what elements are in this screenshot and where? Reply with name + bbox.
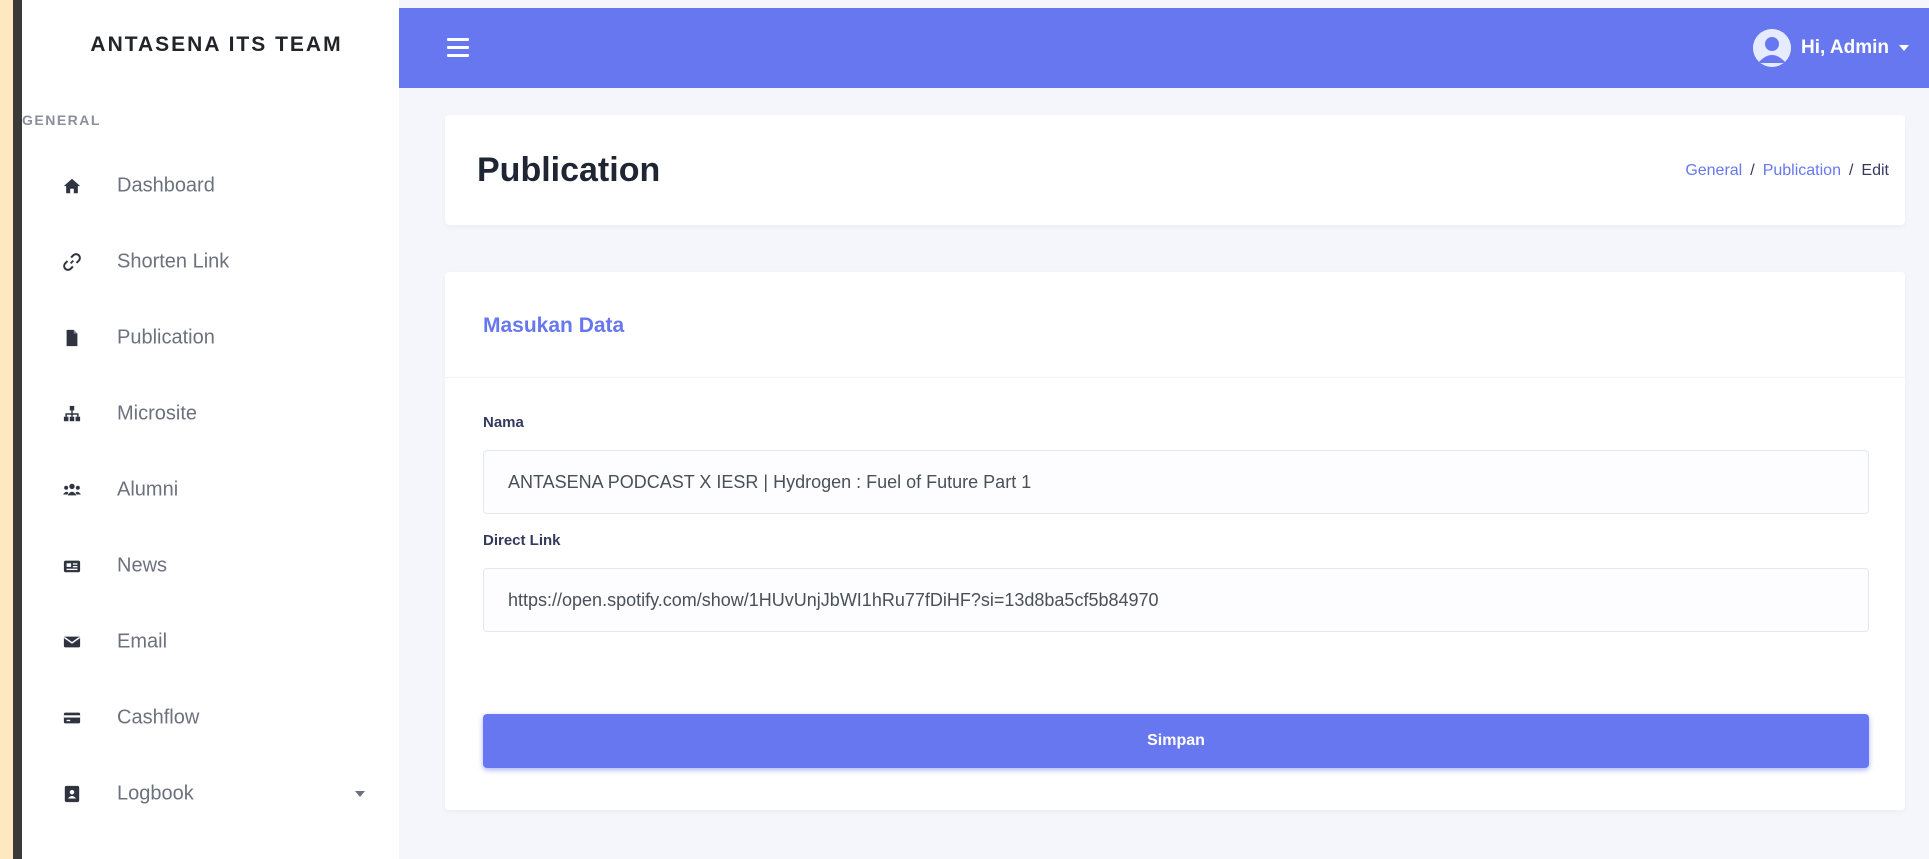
form-card-header: Masukan Data xyxy=(445,272,1905,378)
breadcrumb-separator: / xyxy=(1848,162,1854,179)
sitemap-icon xyxy=(62,404,82,424)
form-title: Masukan Data xyxy=(483,314,625,337)
sidebar-item-dashboard[interactable]: Dashboard xyxy=(22,148,399,224)
user-menu[interactable]: Hi, Admin xyxy=(1753,27,1909,69)
sidebar-item-shorten-link[interactable]: Shorten Link xyxy=(22,224,399,300)
sidebar-item-alumni[interactable]: Alumni xyxy=(22,452,399,528)
top-navbar: Hi, Admin xyxy=(399,8,1929,88)
sidebar-item-publication[interactable]: Publication xyxy=(22,300,399,376)
sidebar-item-label: Shorten Link xyxy=(117,250,230,273)
nama-input[interactable] xyxy=(483,450,1869,514)
users-icon xyxy=(62,480,82,500)
chevron-down-icon[interactable] xyxy=(355,791,365,797)
breadcrumb: General / Publication / Edit xyxy=(1685,162,1889,180)
sidebar-item-logbook[interactable]: Logbook xyxy=(22,756,399,832)
direct-link-label: Direct Link xyxy=(483,532,561,549)
sidebar-item-email[interactable]: Email xyxy=(22,604,399,680)
main-content: Hi, Admin Publication General / Publicat… xyxy=(399,0,1929,859)
credit-card-icon xyxy=(62,708,82,728)
form-card: Masukan Data Nama Direct Link Simpan xyxy=(445,272,1905,810)
brand-title[interactable]: ANTASENA ITS TEAM xyxy=(22,0,399,89)
page-title: Publication xyxy=(477,151,661,189)
user-greeting: Hi, Admin xyxy=(1801,37,1889,58)
sidebar-item-label: Cashflow xyxy=(117,706,200,729)
home-icon xyxy=(62,176,82,196)
breadcrumb-item-publication[interactable]: Publication xyxy=(1763,162,1841,180)
sidebar-item-label: Microsite xyxy=(117,402,198,425)
sidebar-item-label: Dashboard xyxy=(117,174,215,197)
page-header-card: Publication General / Publication / Edit xyxy=(445,115,1905,225)
sidebar-item-label: Logbook xyxy=(117,782,194,805)
sidebar-item-label: Alumni xyxy=(117,478,179,501)
sidebar-menu: Dashboard Shorten Link Publication Micro… xyxy=(22,148,399,832)
breadcrumb-separator: / xyxy=(1750,162,1755,179)
simpan-button[interactable]: Simpan xyxy=(483,714,1869,768)
sidebar-item-news[interactable]: News xyxy=(22,528,399,604)
window-border xyxy=(13,0,22,859)
file-icon xyxy=(62,328,82,348)
envelope-icon xyxy=(62,632,82,652)
breadcrumb-item-general[interactable]: General xyxy=(1685,162,1742,180)
sidebar-item-cashflow[interactable]: Cashflow xyxy=(22,680,399,756)
link-icon xyxy=(62,252,82,272)
avatar xyxy=(1753,29,1792,67)
chevron-down-icon xyxy=(1899,45,1909,51)
sidebar-item-label: News xyxy=(117,554,168,577)
sidebar: ANTASENA ITS TEAM GENERAL Dashboard Shor… xyxy=(22,0,399,859)
page-edge xyxy=(0,0,13,859)
sidebar-item-label: Publication xyxy=(117,326,215,349)
nama-label: Nama xyxy=(483,414,524,431)
direct-link-input[interactable] xyxy=(483,568,1869,632)
address-book-icon xyxy=(62,784,82,804)
sidebar-item-microsite[interactable]: Microsite xyxy=(22,376,399,452)
sidebar-item-label: Email xyxy=(117,630,168,653)
breadcrumb-item-edit: Edit xyxy=(1861,162,1889,179)
newspaper-icon xyxy=(62,556,82,576)
sidebar-section-label: GENERAL xyxy=(22,112,101,128)
hamburger-icon[interactable] xyxy=(447,38,469,58)
